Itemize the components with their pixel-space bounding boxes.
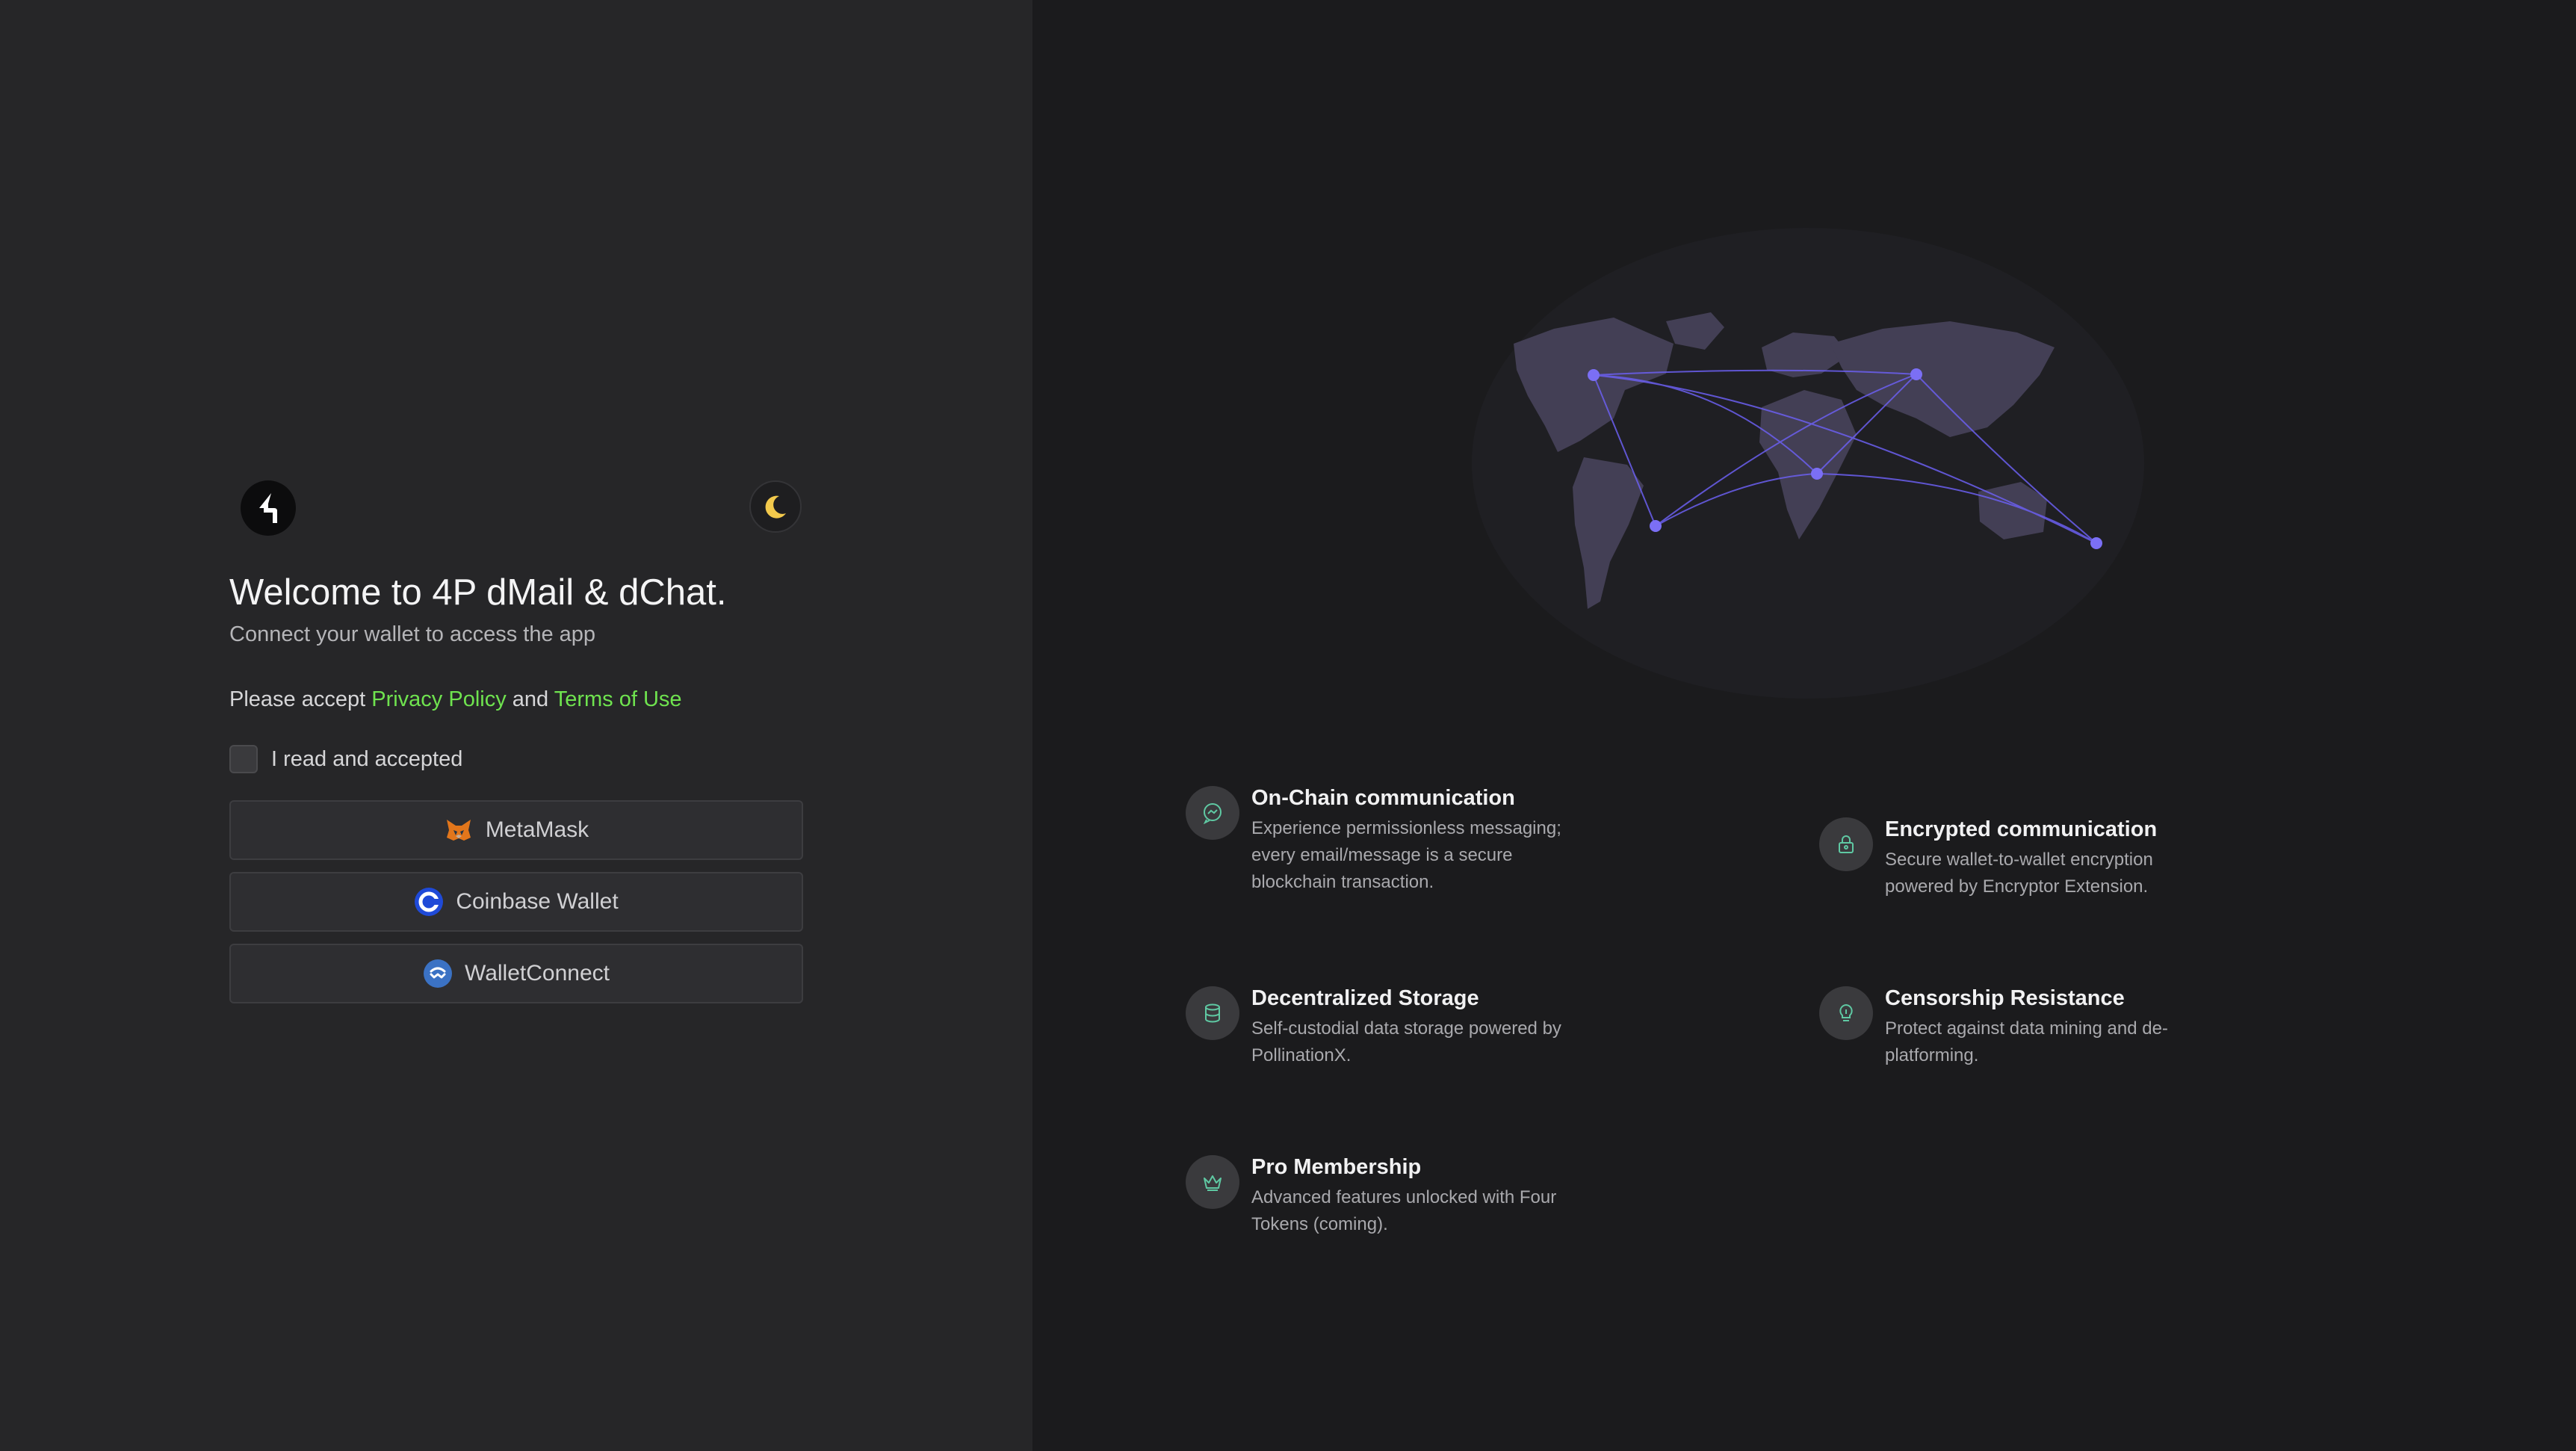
node-africa (1811, 468, 1823, 480)
terms-of-use-link[interactable]: Terms of Use (554, 687, 682, 711)
app-logo (241, 480, 296, 536)
node-north-america (1588, 369, 1600, 381)
logo-icon (259, 493, 277, 523)
privacy-policy-link[interactable]: Privacy Policy (371, 687, 507, 711)
chat-bubble-icon (1186, 786, 1239, 840)
accept-checkbox-label[interactable]: I read and accepted (271, 747, 462, 772)
node-australia (2090, 537, 2102, 549)
feature-encrypted: Encrypted communication Secure wallet-to… (1819, 817, 2214, 900)
feature-title: On-Chain communication (1251, 786, 1515, 810)
terms-notice: Please accept Privacy Policy and Terms o… (229, 687, 682, 712)
coinbase-wallet-label: Coinbase Wallet (456, 889, 619, 914)
accept-checkbox[interactable] (229, 745, 258, 773)
page-subtitle: Connect your wallet to access the app (229, 622, 596, 646)
feature-description: Experience permissionless messaging; eve… (1251, 818, 1561, 892)
feature-description: Self-custodial data storage powered by P… (1251, 1018, 1561, 1065)
login-panel: Welcome to 4P dMail & dChat. Connect you… (0, 0, 1032, 1451)
feature-censorship: Censorship Resistance Protect against da… (1819, 986, 2214, 1069)
terms-prefix: Please accept (229, 687, 372, 711)
metamask-button[interactable]: MetaMask (229, 800, 803, 860)
coinbase-icon (414, 887, 444, 917)
lock-icon (1819, 817, 1873, 871)
feature-title: Decentralized Storage (1251, 986, 1479, 1010)
node-asia (1910, 368, 1922, 380)
walletconnect-label: WalletConnect (465, 961, 610, 986)
theme-toggle-button[interactable] (749, 480, 802, 533)
feature-pro-membership: Pro Membership Advanced features unlocke… (1186, 1155, 1580, 1238)
moon-icon (765, 495, 786, 519)
feature-title: Censorship Resistance (1885, 986, 2125, 1010)
metamask-fox-icon (444, 815, 474, 845)
accept-row: I read and accepted (229, 745, 462, 773)
database-icon (1186, 986, 1239, 1040)
walletconnect-button[interactable]: WalletConnect (229, 944, 803, 1003)
feature-title: Pro Membership (1251, 1155, 1422, 1179)
feature-description: Advanced features unlocked with Four Tok… (1251, 1187, 1557, 1234)
feature-description: Secure wallet-to-wallet encryption power… (1885, 850, 2153, 897)
page-title: Welcome to 4P dMail & dChat. (229, 572, 727, 613)
walletconnect-icon (423, 959, 453, 989)
world-map-illustration (1472, 228, 2144, 699)
metamask-label: MetaMask (485, 817, 589, 842)
feature-storage: Decentralized Storage Self-custodial dat… (1186, 986, 1580, 1069)
feature-title: Encrypted communication (1885, 817, 2158, 841)
coinbase-wallet-button[interactable]: Coinbase Wallet (229, 872, 803, 932)
crown-icon (1186, 1155, 1239, 1209)
feature-description: Protect against data mining and de-platf… (1885, 1018, 2168, 1065)
lightbulb-icon (1819, 986, 1873, 1040)
node-south-america (1650, 520, 1662, 532)
terms-conjunction: and (506, 687, 554, 711)
feature-on-chain: On-Chain communication Experience permis… (1186, 786, 1580, 896)
